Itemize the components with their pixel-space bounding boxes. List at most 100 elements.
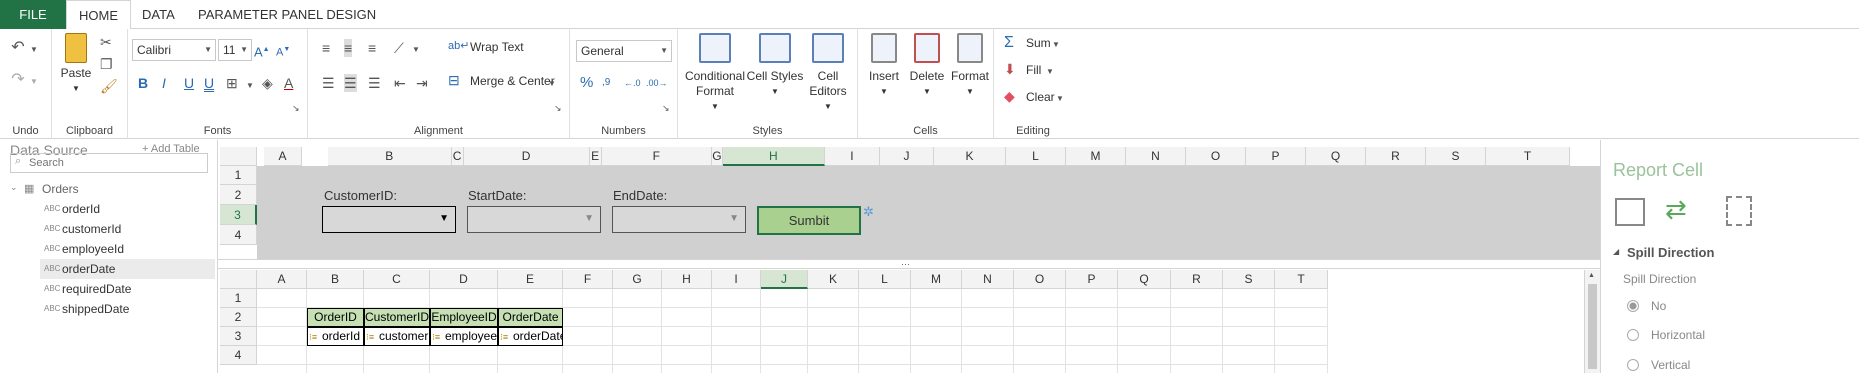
column-header-m[interactable]: M [911, 270, 962, 289]
column-header-r[interactable]: R [1366, 147, 1426, 166]
splitter-grip-icon[interactable]: ⋯ [901, 260, 910, 269]
decrease-decimal-icon[interactable]: .00→ [646, 74, 668, 92]
column-header-i[interactable]: I [824, 147, 880, 166]
orientation-icon[interactable]: ⟋ [394, 39, 404, 57]
format-painter-icon[interactable]: 🖌 [100, 77, 118, 95]
sum-button[interactable]: Sum [1026, 36, 1051, 50]
spill-no-radio[interactable] [1627, 300, 1639, 312]
row-header-1[interactable]: 1 [220, 166, 257, 185]
font-size-select[interactable]: 11 ▼ [218, 39, 252, 61]
column-header-b[interactable]: B [307, 270, 364, 289]
align-left-icon[interactable]: ☰ [322, 74, 335, 92]
decrease-indent-icon[interactable]: ⇤ [394, 74, 406, 92]
numbers-dialog-launcher-icon[interactable]: ↘ [662, 99, 670, 117]
column-header-m[interactable]: M [1066, 147, 1126, 166]
report-binding-cell[interactable]: ⁝≡ orderId [307, 327, 364, 346]
column-header-d[interactable]: D [430, 270, 498, 289]
tab-file[interactable]: FILE [0, 0, 66, 29]
search-box[interactable]: ⌕ [10, 153, 208, 173]
wrap-text-button[interactable]: Wrap Text [470, 40, 524, 54]
column-header-c[interactable]: C [451, 147, 464, 166]
delete-button[interactable]: Delete ▼ [906, 33, 948, 99]
column-header-n[interactable]: N [962, 270, 1014, 289]
undo-icon[interactable]: ↶ [8, 39, 28, 57]
font-family-select[interactable]: Calibri ▼ [132, 39, 216, 61]
field-employeeid[interactable]: ABC employeeId [40, 239, 215, 259]
fill-button[interactable]: Fill [1026, 63, 1041, 77]
row-header-4[interactable]: 4 [220, 225, 257, 245]
column-header-s[interactable]: S [1223, 270, 1275, 289]
column-header-e[interactable]: E [498, 270, 563, 289]
column-header-f[interactable]: F [563, 270, 613, 289]
spill-direction-section[interactable]: Spill Direction [1627, 245, 1714, 260]
select-all-corner[interactable] [220, 147, 257, 166]
font-dialog-launcher-icon[interactable]: ↘ [292, 99, 300, 117]
tab-parameter-panel-design[interactable]: PARAMETER PANEL DESIGN [186, 0, 388, 29]
paste-button[interactable]: Paste ▼ [56, 33, 96, 96]
double-underline-icon[interactable]: U [204, 74, 214, 92]
column-header-g[interactable]: G [613, 270, 662, 289]
sheet-splitter[interactable]: ⋯ [218, 259, 1600, 269]
search-input[interactable] [29, 155, 199, 171]
alignment-dialog-launcher-icon[interactable]: ↘ [554, 99, 562, 117]
select-all-corner[interactable] [220, 270, 257, 289]
chevron-down-icon[interactable]: ◢ [1613, 247, 1619, 256]
column-header-f[interactable]: F [601, 147, 712, 166]
field-customerid[interactable]: ABC customerId [40, 219, 215, 239]
cell-editors-button[interactable]: Cell Editors ▼ [802, 33, 854, 114]
row-header-4[interactable]: 4 [220, 346, 257, 365]
column-header-o[interactable]: O [1186, 147, 1246, 166]
cell-styles-button[interactable]: Cell Styles ▼ [744, 33, 806, 99]
decrease-font-icon[interactable]: A▼ [276, 41, 290, 62]
column-header-i[interactable]: I [712, 270, 761, 289]
column-header-n[interactable]: N [1126, 147, 1186, 166]
row-header-1[interactable]: 1 [220, 289, 257, 308]
clear-dropdown-icon[interactable]: ▼ [1056, 90, 1064, 108]
fill-dropdown-icon[interactable]: ▼ [1046, 63, 1054, 81]
borders-icon[interactable]: ⊞ [226, 74, 238, 92]
report-header-cell[interactable]: OrderDate [498, 308, 563, 327]
cut-icon[interactable]: ✂ [100, 33, 112, 51]
align-middle-icon[interactable]: ≡ [344, 39, 353, 57]
column-header-h[interactable]: H [662, 270, 712, 289]
report-sheet[interactable]: ABCDEFGHIJKLMNOPQRST 1234 OrderID ⁝≡ order… [220, 270, 1584, 373]
column-header-k[interactable]: K [934, 147, 1006, 166]
wrap-text-icon[interactable]: ab↵ [448, 37, 469, 55]
increase-font-icon[interactable]: A▲ [254, 41, 270, 61]
column-header-t[interactable]: T [1275, 270, 1328, 289]
blank-page-icon[interactable] [1726, 196, 1752, 226]
increase-decimal-icon[interactable]: ←.0 [624, 74, 641, 92]
column-header-e[interactable]: E [589, 147, 602, 166]
column-header-t[interactable]: T [1486, 147, 1570, 166]
percent-icon[interactable]: % [580, 74, 593, 92]
increase-indent-icon[interactable]: ⇥ [416, 74, 428, 92]
customer-id-dropdown[interactable]: ▼ [322, 206, 456, 233]
column-header-r[interactable]: R [1171, 270, 1223, 289]
format-button[interactable]: Format ▼ [948, 33, 992, 99]
redo-icon[interactable]: ↷ [8, 71, 28, 89]
align-top-icon[interactable]: ≡ [322, 39, 330, 57]
align-bottom-icon[interactable]: ≡ [368, 39, 376, 57]
parameter-panel-sheet[interactable]: A BCDEFGHIJKLMNOPQRST 1234 CustomerID: St… [220, 147, 1600, 259]
column-header-s[interactable]: S [1426, 147, 1486, 166]
table-grid-icon[interactable] [1615, 198, 1645, 226]
column-header-p[interactable]: P [1066, 270, 1118, 289]
start-date-picker[interactable]: ▼ [467, 206, 601, 233]
copy-icon[interactable]: ❐ [100, 55, 113, 73]
column-header-j[interactable]: J [761, 270, 808, 289]
scrollbar-thumb[interactable] [1588, 284, 1597, 369]
borders-dropdown-icon[interactable]: ▼ [246, 77, 254, 95]
report-binding-cell[interactable]: ⁝≡ orderDate [498, 327, 563, 346]
comma-style-icon[interactable]: ,9 [602, 74, 610, 92]
table-orders[interactable]: Orders [42, 182, 79, 196]
orientation-dropdown-icon[interactable]: ▼ [412, 41, 420, 59]
field-orderid[interactable]: ABC orderId [40, 199, 215, 219]
report-binding-cell[interactable]: ⁝≡ customer [364, 327, 430, 346]
spill-horizontal-radio[interactable] [1627, 329, 1639, 341]
column-header-c[interactable]: C [364, 270, 430, 289]
column-header-l[interactable]: L [859, 270, 911, 289]
font-color-icon[interactable]: A [284, 74, 293, 92]
submit-button[interactable]: Sumbit [757, 206, 861, 235]
repeat-icon[interactable]: ⇄ [1665, 194, 1687, 224]
conditional-format-button[interactable]: Conditional Format ▼ [682, 33, 748, 114]
